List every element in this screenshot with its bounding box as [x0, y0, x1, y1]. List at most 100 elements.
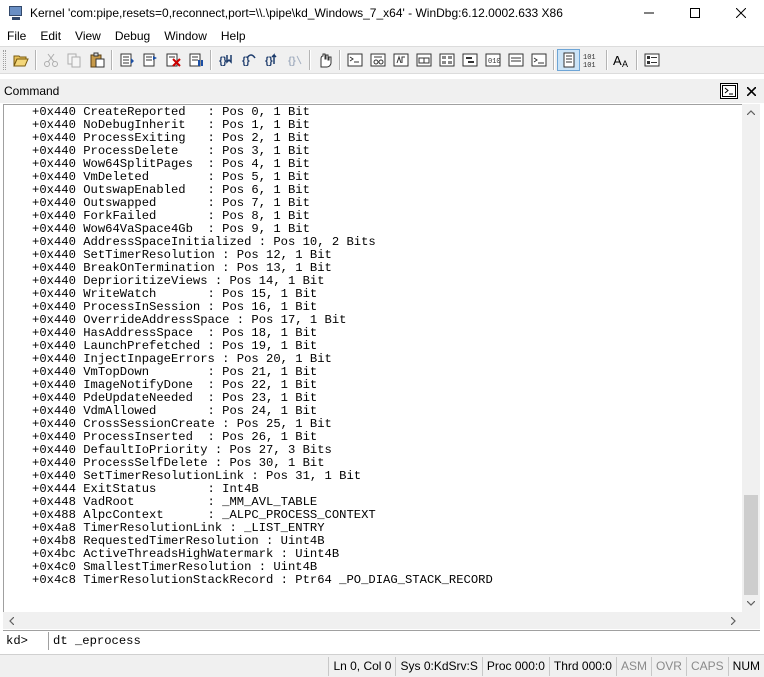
maximize-icon	[690, 8, 700, 18]
go-icon	[120, 53, 134, 67]
registers-window-icon	[416, 53, 431, 67]
run-to-cursor-button[interactable]: {}	[283, 49, 306, 71]
paste-button[interactable]	[85, 49, 108, 71]
command-window-icon	[347, 53, 362, 67]
toolbar-separator	[111, 50, 112, 70]
scratch-pad-button[interactable]	[504, 49, 527, 71]
options-icon	[644, 53, 659, 67]
svg-text:{}: {}	[219, 56, 227, 67]
scroll-down-arrow[interactable]	[742, 595, 760, 612]
call-stack-button[interactable]	[458, 49, 481, 71]
status-process: Proc 000:0	[481, 656, 549, 676]
command-window-options-button[interactable]	[720, 83, 738, 99]
cut-icon	[43, 53, 58, 67]
locals-window-button[interactable]	[389, 49, 412, 71]
title-bar: Kernel 'com:pipe,resets=0,reconnect,port…	[0, 0, 764, 26]
command-window-close-button[interactable]	[742, 83, 760, 99]
step-out-icon: {}	[265, 53, 277, 67]
scroll-up-arrow[interactable]	[742, 104, 760, 121]
hex-mode-icon: 101101	[583, 54, 596, 68]
close-icon	[736, 8, 746, 18]
copy-button[interactable]	[62, 49, 85, 71]
restart-button[interactable]	[138, 49, 161, 71]
log-window-icon	[531, 53, 546, 67]
break-button[interactable]	[184, 49, 207, 71]
toolbar-separator	[309, 50, 310, 70]
memory-window-icon	[439, 53, 454, 67]
minimize-button[interactable]	[626, 0, 672, 26]
insert-breakpoint-icon	[320, 53, 331, 68]
locals-window-icon	[393, 53, 408, 67]
call-stack-icon	[462, 53, 477, 67]
open-icon	[12, 55, 29, 67]
scratch-pad-icon	[508, 53, 523, 67]
svg-text:A: A	[622, 59, 628, 68]
break-icon	[189, 53, 203, 67]
restart-icon	[143, 53, 157, 67]
step-over-button[interactable]: {}	[237, 49, 260, 71]
command-output[interactable]: +0x440 CreateReported : Pos 0, 1 Bit +0x4…	[3, 104, 742, 612]
disassembly-icon: 010	[485, 53, 500, 67]
stop-debugging-icon	[166, 53, 181, 67]
vertical-scroll-thumb[interactable]	[744, 495, 758, 595]
svg-text:101: 101	[583, 62, 596, 68]
horizontal-scrollbar[interactable]	[3, 612, 760, 629]
run-to-cursor-icon: {}	[288, 55, 301, 67]
vertical-scrollbar[interactable]	[742, 104, 760, 612]
status-thread: Thrd 000:0	[548, 656, 616, 676]
font-icon: AA	[613, 53, 628, 68]
menu-help[interactable]: Help	[214, 26, 253, 46]
go-button[interactable]	[115, 49, 138, 71]
status-cursor-position: Ln 0, Col 0	[328, 656, 395, 676]
font-button[interactable]: AA	[610, 49, 633, 71]
stop-debugging-button[interactable]	[161, 49, 184, 71]
step-into-icon: {}	[219, 55, 232, 67]
toolbar-grip[interactable]	[3, 50, 6, 70]
toolbar-separator	[210, 50, 211, 70]
source-mode-button[interactable]	[557, 49, 580, 71]
scroll-left-arrow[interactable]	[3, 612, 20, 629]
toolbar: {} {} {} {} 010 101 101 A A	[0, 46, 764, 74]
insert-breakpoint-button[interactable]	[313, 49, 336, 71]
close-button[interactable]	[718, 0, 764, 26]
menu-bar: File Edit View Debug Window Help	[0, 26, 764, 46]
command-input[interactable]	[49, 631, 760, 650]
toolbar-separator	[35, 50, 36, 70]
chevron-left-icon	[9, 616, 14, 625]
scroll-right-arrow[interactable]	[725, 612, 742, 629]
paste-icon	[90, 52, 104, 68]
options-button[interactable]	[640, 49, 663, 71]
close-icon	[746, 86, 756, 96]
menu-file[interactable]: File	[0, 26, 33, 46]
command-window-title: Command	[4, 84, 60, 98]
status-asm: ASM	[615, 656, 651, 676]
svg-text:A: A	[613, 53, 622, 68]
maximize-button[interactable]	[672, 0, 718, 26]
command-window-header: Command	[0, 79, 764, 103]
menu-window[interactable]: Window	[157, 26, 214, 46]
status-caps: CAPS	[685, 656, 728, 676]
windbg-app-icon	[8, 5, 24, 21]
log-window-button[interactable]	[527, 49, 550, 71]
menu-view[interactable]: View	[68, 26, 108, 46]
menu-edit[interactable]: Edit	[33, 26, 68, 46]
step-over-icon: {}	[242, 54, 256, 67]
command-window-button[interactable]	[343, 49, 366, 71]
step-out-button[interactable]: {}	[260, 49, 283, 71]
status-bar: Ln 0, Col 0 Sys 0:KdSrv:S Proc 000:0 Thr…	[0, 654, 764, 677]
disassembly-button[interactable]: 010	[481, 49, 504, 71]
chevron-down-icon	[747, 601, 755, 606]
svg-text:101: 101	[583, 54, 596, 62]
watch-window-icon	[370, 53, 385, 67]
watch-window-button[interactable]	[366, 49, 389, 71]
toolbar-separator	[553, 50, 554, 70]
window-title: Kernel 'com:pipe,resets=0,reconnect,port…	[30, 6, 563, 20]
registers-window-button[interactable]	[412, 49, 435, 71]
step-into-button[interactable]: {}	[214, 49, 237, 71]
minimize-icon	[644, 12, 654, 14]
hex-mode-button[interactable]: 101 101	[580, 49, 603, 71]
open-button[interactable]	[9, 49, 32, 71]
memory-window-button[interactable]	[435, 49, 458, 71]
cut-button[interactable]	[39, 49, 62, 71]
menu-debug[interactable]: Debug	[108, 26, 157, 46]
